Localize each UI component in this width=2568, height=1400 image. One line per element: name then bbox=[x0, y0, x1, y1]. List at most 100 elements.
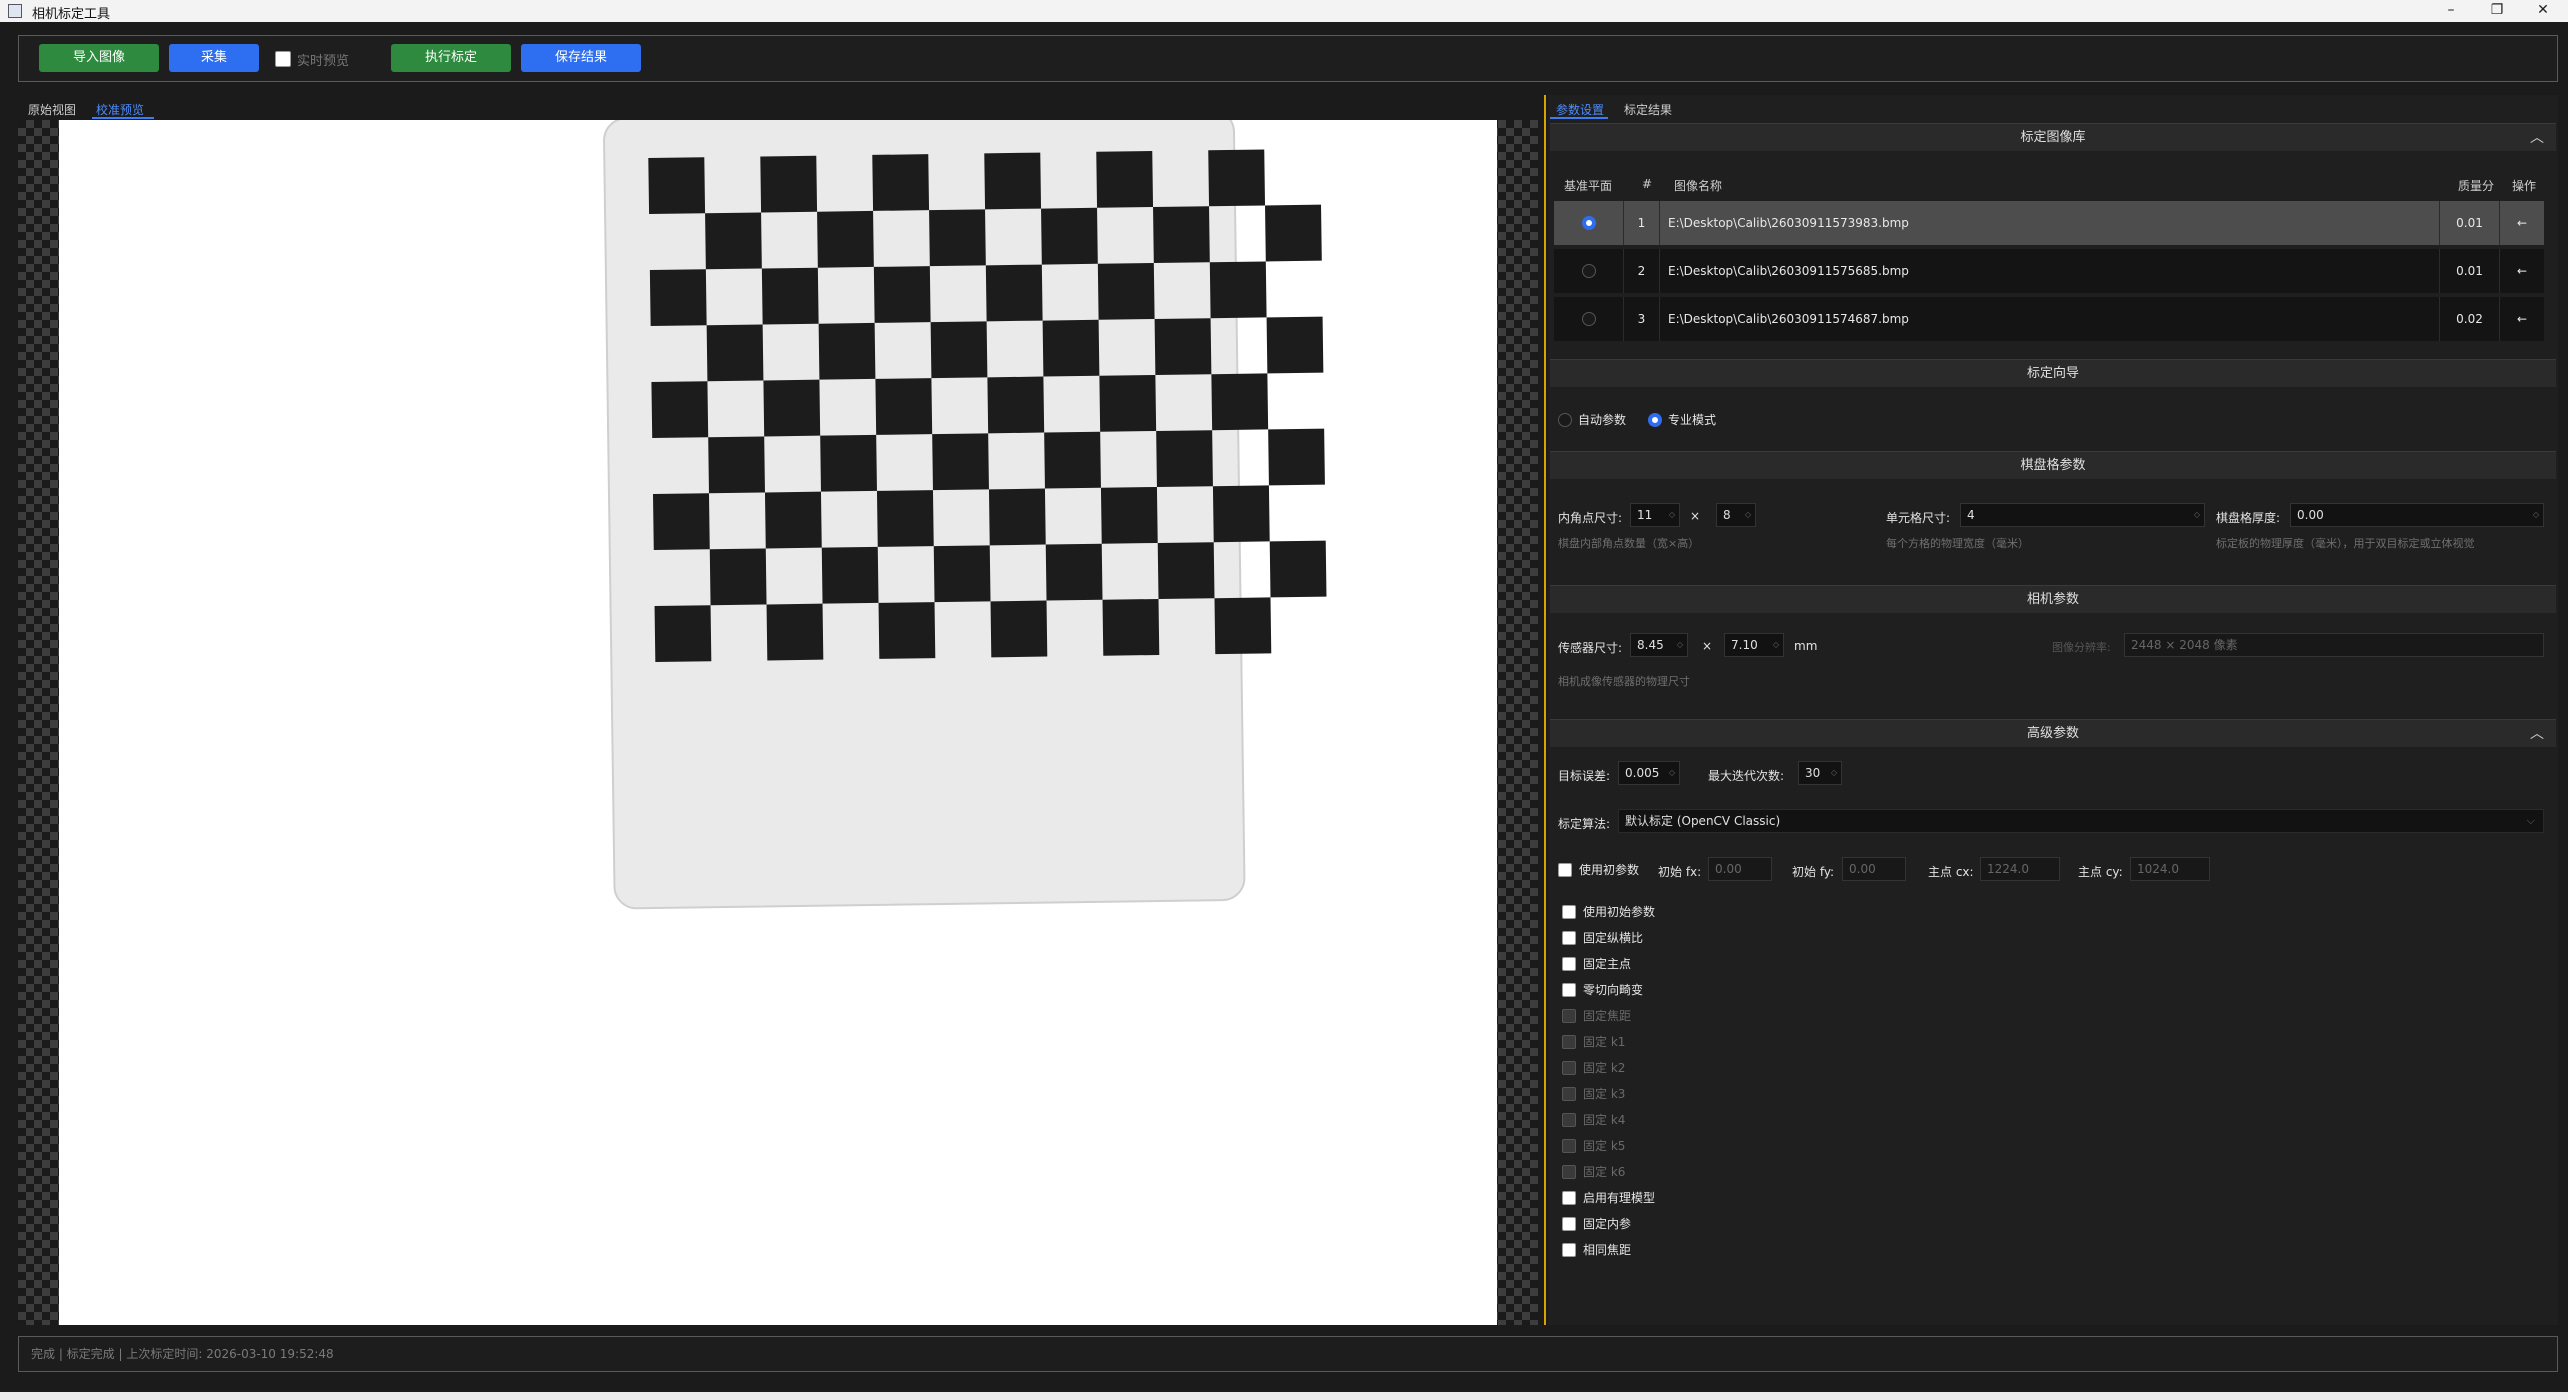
base-plane-radio[interactable] bbox=[1582, 216, 1596, 230]
spin-arrows-icon[interactable]: ◇ bbox=[2533, 504, 2539, 526]
sensor-unit: mm bbox=[1794, 639, 1818, 653]
image-viewport[interactable] bbox=[18, 120, 1538, 1325]
run-calibration-button[interactable]: 执行标定 bbox=[391, 44, 511, 72]
save-results-button[interactable]: 保存结果 bbox=[521, 44, 641, 72]
spin-arrows-icon[interactable]: ◇ bbox=[1669, 762, 1675, 784]
table-row[interactable]: 3 E:\Desktop\Calib\26030911574687.bmp 0.… bbox=[1554, 297, 2544, 341]
capture-button[interactable]: 采集 bbox=[169, 44, 259, 72]
inner-corners-width-stepper[interactable]: 11 ◇ bbox=[1630, 503, 1680, 527]
board-thickness-stepper[interactable]: 0.00 ◇ bbox=[2290, 503, 2544, 527]
chevron-down-icon[interactable]: ⌵ bbox=[2527, 810, 2535, 832]
row-quality-score: 0.02 bbox=[2440, 297, 2500, 341]
spin-arrows-icon[interactable]: ◇ bbox=[1677, 634, 1683, 656]
checker-square bbox=[1041, 207, 1098, 265]
live-preview-toggle[interactable]: 实时预览 bbox=[275, 49, 349, 69]
checkerboard-image bbox=[603, 120, 1327, 910]
target-error-stepper[interactable]: 0.005 ◇ bbox=[1618, 761, 1680, 785]
flag-checkbox[interactable] bbox=[1562, 1190, 1576, 1205]
image-library-header[interactable]: 标定图像库 ︿ bbox=[1550, 123, 2556, 151]
close-button[interactable]: ✕ bbox=[2520, 0, 2566, 22]
checker-square bbox=[1157, 542, 1215, 599]
flag-checkbox[interactable] bbox=[1562, 930, 1576, 945]
checker-square bbox=[929, 209, 986, 267]
checker-square bbox=[872, 154, 930, 211]
auto-params-radio[interactable] bbox=[1558, 412, 1572, 427]
spin-arrows-icon[interactable]: ◇ bbox=[1831, 762, 1837, 784]
window-titlebar: 相机标定工具 – ❐ ✕ bbox=[0, 0, 2568, 22]
checker-square bbox=[984, 152, 1042, 210]
tab-calibration-results[interactable]: 标定结果 bbox=[1624, 101, 1672, 118]
spin-arrows-icon[interactable]: ◇ bbox=[1745, 504, 1751, 526]
tab-parameters[interactable]: 参数设置 bbox=[1556, 101, 1604, 118]
checker-square bbox=[876, 490, 934, 547]
advanced-params-header[interactable]: 高级参数 ︿ bbox=[1550, 719, 2556, 747]
init-fy-field[interactable]: 0.00 bbox=[1842, 857, 1906, 881]
base-plane-radio[interactable] bbox=[1582, 264, 1596, 278]
checker-square bbox=[1214, 597, 1272, 655]
minimize-button[interactable]: – bbox=[2428, 0, 2474, 22]
tab-original-view[interactable]: 原始视图 bbox=[28, 101, 76, 118]
cell-size-stepper[interactable]: 4 ◇ bbox=[1960, 503, 2205, 527]
max-iterations-stepper[interactable]: 30 ◇ bbox=[1798, 761, 1842, 785]
flag-fix-intrinsic[interactable]: 固定内参 bbox=[1562, 1215, 1631, 1232]
row-image-name: E:\Desktop\Calib\26030911574687.bmp bbox=[1660, 297, 2440, 341]
checker-square bbox=[873, 266, 931, 323]
tab-calibration-preview[interactable]: 校准预览 bbox=[96, 101, 144, 118]
spin-arrows-icon[interactable]: ◇ bbox=[1669, 504, 1675, 526]
flag-use-intrinsic-guess[interactable]: 使用初始参数 bbox=[1562, 903, 1655, 920]
algorithm-select[interactable]: 默认标定 (OpenCV Classic) ⌵ bbox=[1618, 809, 2544, 833]
import-images-button[interactable]: 导入图像 bbox=[39, 44, 159, 72]
flag-label: 零切向畸变 bbox=[1583, 983, 1644, 997]
use-init-params-toggle[interactable]: 使用初参数 bbox=[1558, 861, 1639, 878]
checker-square bbox=[1269, 540, 1327, 598]
chevron-up-icon[interactable]: ︿ bbox=[2530, 124, 2544, 152]
delete-arrow-icon[interactable]: ← bbox=[2500, 297, 2544, 341]
sensor-size-label: 传感器尺寸: bbox=[1558, 641, 1623, 655]
table-row[interactable]: 2 E:\Desktop\Calib\26030911575685.bmp 0.… bbox=[1554, 249, 2544, 293]
pro-mode-option[interactable]: 专业模式 bbox=[1648, 411, 1716, 428]
auto-params-label: 自动参数 bbox=[1578, 413, 1627, 427]
flag-label: 固定内参 bbox=[1583, 1217, 1632, 1231]
delete-arrow-icon[interactable]: ← bbox=[2500, 249, 2544, 293]
window-title: 相机标定工具 bbox=[32, 7, 111, 22]
flag-rational-model[interactable]: 启用有理模型 bbox=[1562, 1189, 1655, 1206]
chevron-up-icon[interactable]: ︿ bbox=[2530, 720, 2544, 748]
resolution-field: 2448 × 2048 像素 bbox=[2124, 633, 2544, 657]
sensor-height-stepper[interactable]: 7.10 ◇ bbox=[1724, 633, 1784, 657]
checker-square bbox=[1100, 486, 1158, 544]
spin-arrows-icon[interactable]: ◇ bbox=[2194, 504, 2200, 526]
flag-checkbox[interactable] bbox=[1562, 1216, 1576, 1231]
use-init-params-checkbox[interactable] bbox=[1558, 862, 1572, 877]
live-preview-checkbox[interactable] bbox=[275, 51, 291, 67]
pro-mode-radio[interactable] bbox=[1648, 412, 1662, 427]
resolution-label: 图像分辨率: bbox=[2052, 641, 2111, 654]
flag-fix-aspect-ratio[interactable]: 固定纵横比 bbox=[1562, 929, 1643, 946]
inner-corners-height-stepper[interactable]: 8 ◇ bbox=[1716, 503, 1756, 527]
base-plane-radio[interactable] bbox=[1582, 312, 1596, 326]
auto-params-option[interactable]: 自动参数 bbox=[1558, 411, 1626, 428]
principal-cy-field[interactable]: 1024.0 bbox=[2130, 857, 2210, 881]
sensor-width-stepper[interactable]: 8.45 ◇ bbox=[1630, 633, 1688, 657]
table-row[interactable]: 1 E:\Desktop\Calib\26030911573983.bmp 0.… bbox=[1554, 201, 2544, 245]
restore-button[interactable]: ❐ bbox=[2474, 0, 2520, 22]
delete-arrow-icon[interactable]: ← bbox=[2500, 201, 2544, 245]
flag-fix-principal-point[interactable]: 固定主点 bbox=[1562, 955, 1631, 972]
flag-label: 固定 k5 bbox=[1583, 1139, 1626, 1153]
flag-checkbox[interactable] bbox=[1562, 1242, 1576, 1257]
board-thickness-value: 0.00 bbox=[2297, 508, 2324, 522]
live-preview-label: 实时预览 bbox=[297, 53, 350, 69]
board-thickness-label: 棋盘格厚度: bbox=[2216, 511, 2281, 525]
flag-same-focal-length[interactable]: 相同焦距 bbox=[1562, 1241, 1631, 1258]
spin-arrows-icon[interactable]: ◇ bbox=[1773, 634, 1779, 656]
init-fx-field[interactable]: 0.00 bbox=[1708, 857, 1772, 881]
image-canvas[interactable] bbox=[59, 120, 1497, 1325]
flag-checkbox[interactable] bbox=[1562, 956, 1576, 971]
sensor-width-value: 8.45 bbox=[1637, 638, 1664, 652]
principal-cx-field[interactable]: 1224.0 bbox=[1980, 857, 2060, 881]
checker-square bbox=[764, 491, 822, 549]
flag-checkbox[interactable] bbox=[1562, 982, 1576, 997]
panel-splitter[interactable] bbox=[1544, 95, 1546, 1325]
col-base-plane: 基准平面 bbox=[1564, 179, 1613, 193]
flag-checkbox[interactable] bbox=[1562, 904, 1576, 919]
flag-zero-tangent-dist[interactable]: 零切向畸变 bbox=[1562, 981, 1643, 998]
